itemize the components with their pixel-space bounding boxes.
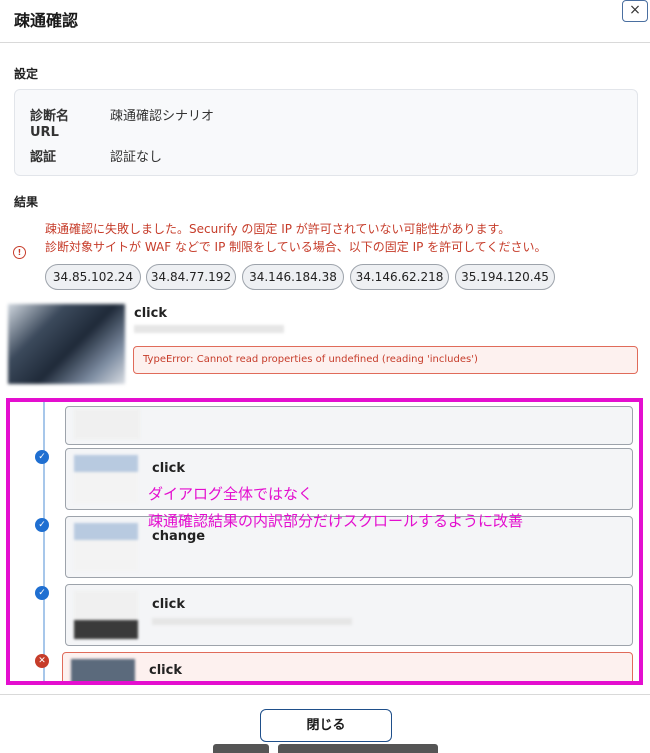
- background-element: [213, 744, 269, 753]
- step-error-message: TypeError: Cannot read properties of und…: [133, 346, 638, 374]
- error-icon: !: [13, 246, 26, 259]
- settings-heading: 設定: [14, 67, 39, 81]
- redacted-selector: [134, 325, 284, 333]
- error-message-line-1: 疎通確認に失敗しました。Securify の固定 IP が許可されていない可能性…: [45, 222, 511, 236]
- timeline-line: [43, 402, 45, 681]
- check-icon: ✓: [35, 518, 49, 532]
- annotation-text-line-2: 疎通確認結果の内訳部分だけスクロールするように改善: [148, 512, 524, 530]
- step-screenshot-thumbnail: [74, 455, 138, 503]
- error-x-icon: ✕: [35, 654, 49, 668]
- results-heading: 結果: [14, 195, 39, 209]
- check-icon: ✓: [35, 586, 49, 600]
- timeline-step-card: click: [62, 652, 633, 681]
- setting-key-auth: 認証: [30, 150, 57, 165]
- ip-chip: 34.85.102.24: [45, 264, 141, 290]
- results-breakdown-scroll-area[interactable]: ✓ click ✓ change ✓ click ✕ click ダイアログ全体…: [6, 398, 643, 685]
- annotation-text-line-1: ダイアログ全体ではなく: [148, 485, 314, 503]
- redacted-selector: [152, 618, 352, 625]
- close-icon[interactable]: ×: [622, 0, 648, 22]
- check-icon: ✓: [35, 450, 49, 464]
- setting-key-url: URL: [30, 125, 59, 140]
- timeline-step-card: click: [65, 584, 633, 646]
- ip-chip: 34.84.77.192: [146, 264, 236, 290]
- step-screenshot-thumbnail: [71, 659, 135, 681]
- dialog-header: 疎通確認 ×: [0, 0, 650, 43]
- ip-chip: 34.146.62.218: [350, 264, 449, 290]
- timeline-step-card: [65, 406, 633, 445]
- step-screenshot-thumbnail: [74, 591, 138, 639]
- step-action-label: change: [152, 529, 206, 544]
- step-action-label: click: [134, 306, 167, 321]
- setting-key-name: 診断名: [30, 109, 70, 124]
- step-screenshot-thumbnail: [74, 523, 138, 571]
- settings-box: 診断名 疎通確認シナリオ URL 認証 認証なし: [14, 89, 638, 176]
- close-button[interactable]: 閉じる: [260, 709, 392, 742]
- setting-value-auth: 認証なし: [110, 150, 163, 165]
- step-action-label: click: [152, 597, 185, 612]
- step-screenshot-thumbnail: [8, 304, 125, 384]
- ip-chip: 35.194.120.45: [455, 264, 555, 290]
- error-message-line-2: 診断対象サイトが WAF などで IP 制限をしている場合、以下の固定 IP を…: [45, 240, 547, 254]
- step-screenshot-thumbnail: [74, 409, 140, 439]
- step-action-label: click: [152, 461, 185, 476]
- setting-value-name: 疎通確認シナリオ: [110, 109, 215, 124]
- dialog-title: 疎通確認: [14, 11, 79, 30]
- ip-chip: 34.146.184.38: [242, 264, 344, 290]
- step-action-label: click: [149, 663, 182, 678]
- footer-divider: [0, 694, 650, 695]
- background-element: [278, 744, 438, 753]
